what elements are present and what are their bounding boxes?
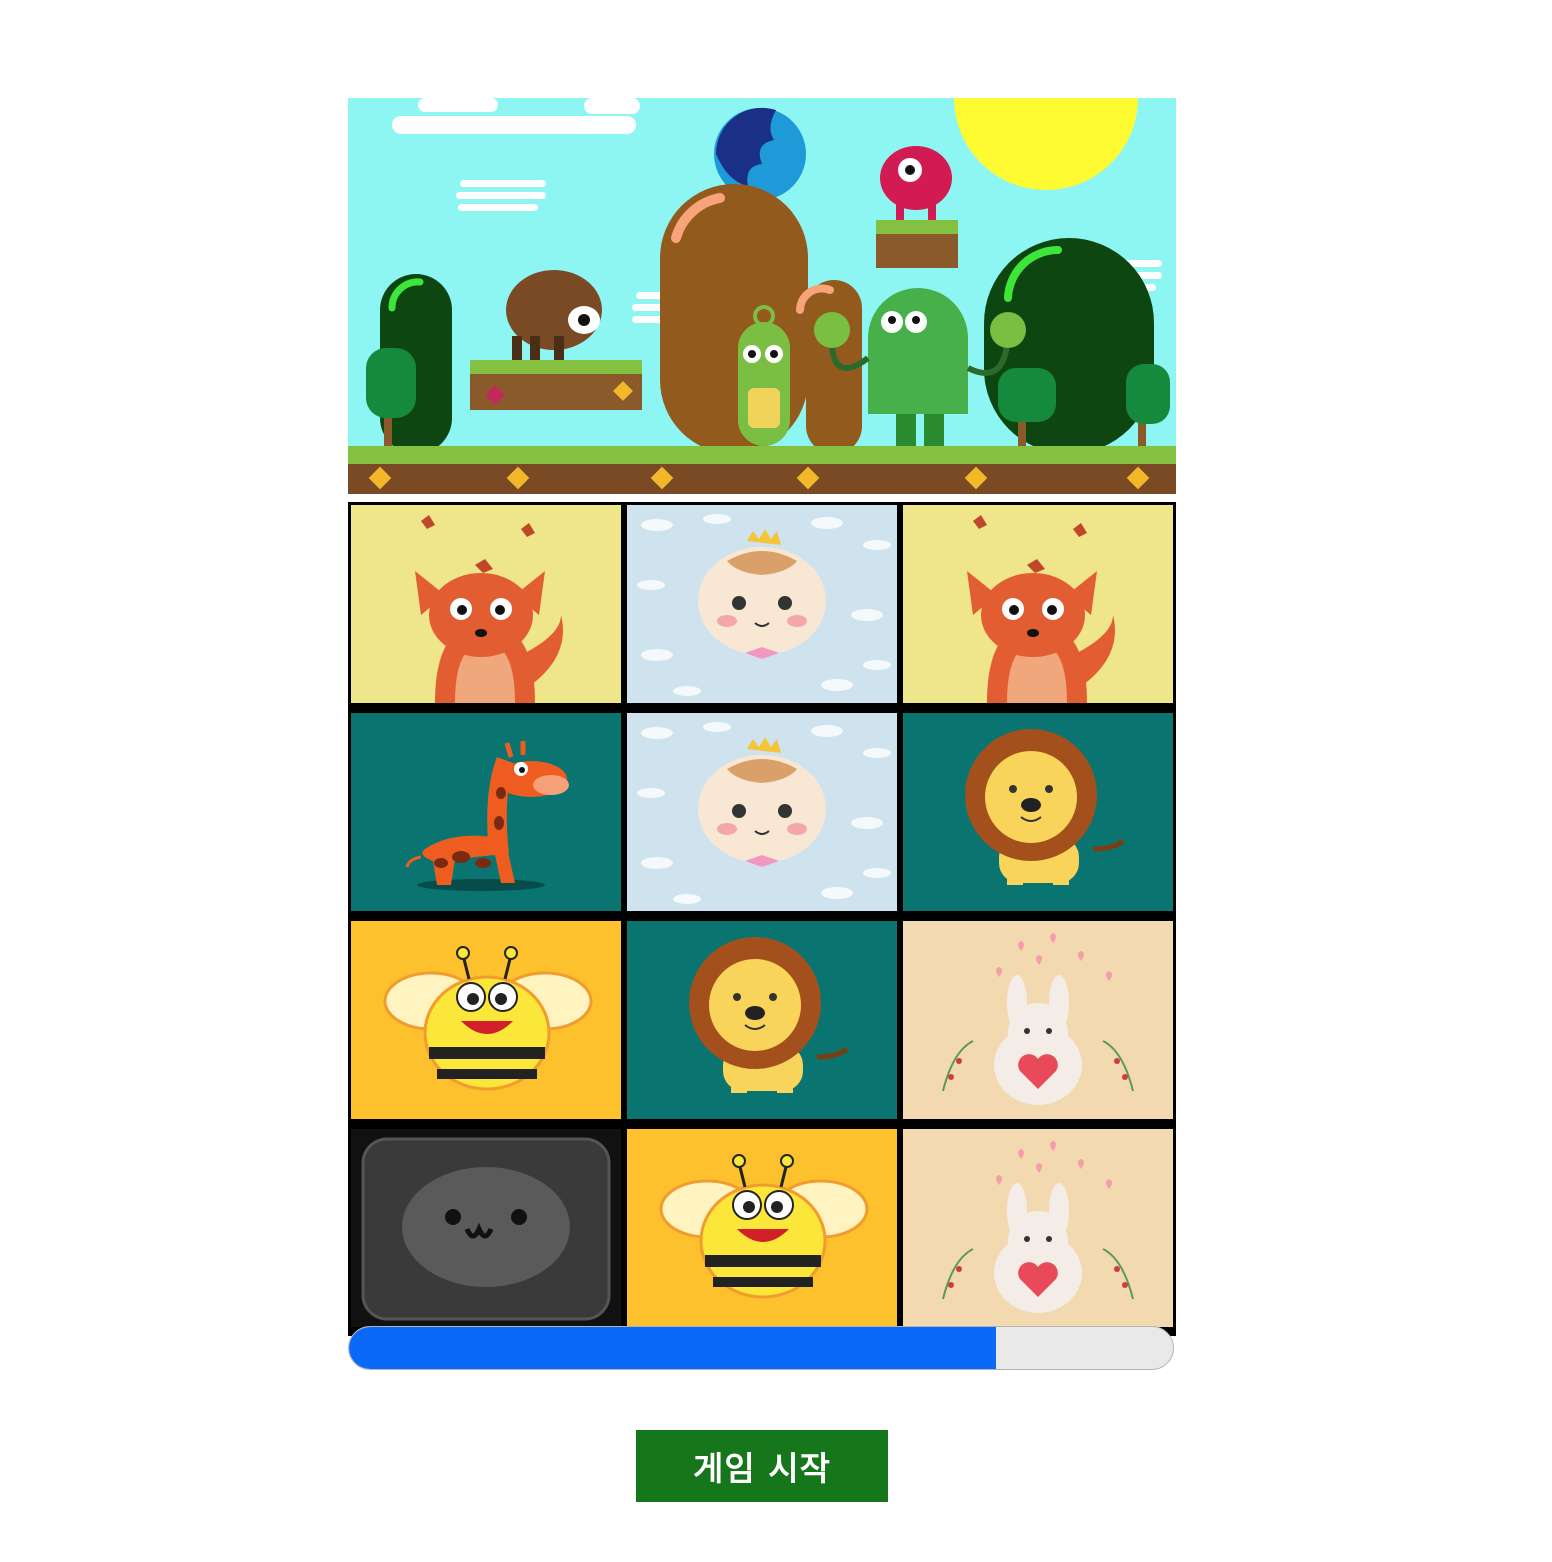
memory-card-grid [348,502,1176,1336]
bunny-heart-icon [903,921,1173,1119]
card-back-face-icon [351,1129,621,1327]
card-lion[interactable] [627,921,897,1119]
card-face-down[interactable] [351,1129,621,1327]
card-fox[interactable] [351,505,621,703]
card-giraffe[interactable] [351,713,621,911]
start-game-button[interactable]: 게임 시작 [636,1430,888,1502]
bee-icon [351,921,621,1119]
timer-progress-fill [349,1327,996,1369]
card-bunny-heart[interactable] [903,1129,1173,1327]
fox-icon [903,505,1173,703]
card-fox[interactable] [903,505,1173,703]
card-bee[interactable] [351,921,621,1119]
card-princess-cat[interactable] [627,505,897,703]
card-bunny-heart[interactable] [903,921,1173,1119]
card-princess-cat[interactable] [627,713,897,911]
lion-icon [903,713,1173,911]
fox-icon [351,505,621,703]
card-bee[interactable] [627,1129,897,1327]
bee-icon [627,1129,897,1327]
game-banner-image [348,98,1176,494]
princess-cat-icon [627,713,897,911]
bunny-heart-icon [903,1129,1173,1327]
lion-icon [627,921,897,1119]
timer-progress-bar [348,1326,1174,1370]
card-lion[interactable] [903,713,1173,911]
princess-cat-icon [627,505,897,703]
giraffe-icon [351,713,621,911]
